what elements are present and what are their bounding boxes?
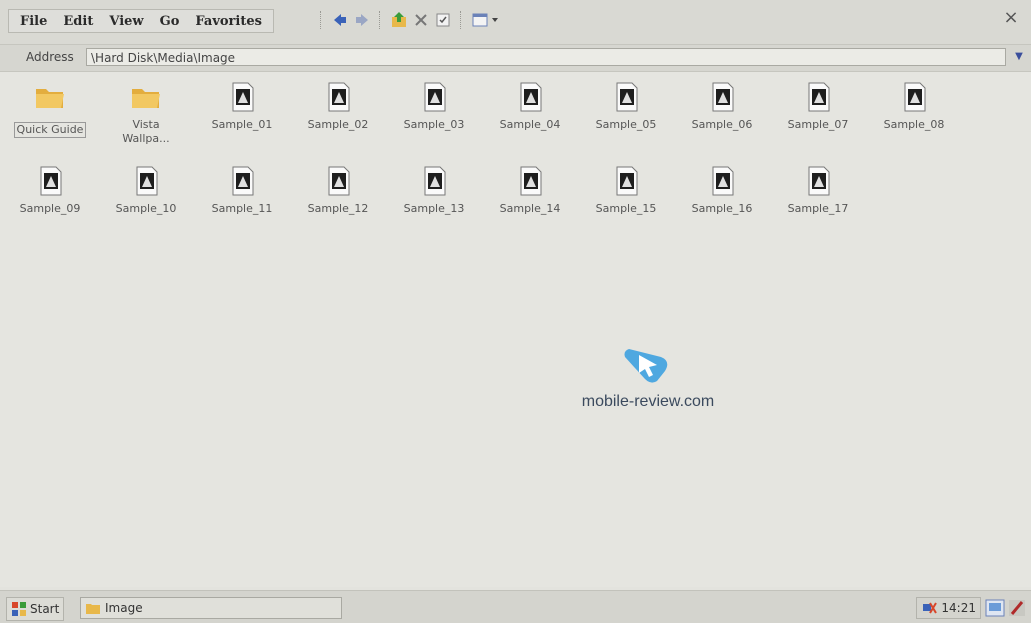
- file-label: Sample_01: [211, 118, 273, 131]
- network-icon[interactable]: [921, 600, 938, 616]
- back-arrow-icon[interactable]: [331, 11, 349, 29]
- toolbar-separator: [460, 11, 463, 29]
- image-file-icon: [424, 82, 446, 112]
- list-item[interactable]: Quick Guide: [2, 74, 98, 150]
- image-file-icon: [232, 166, 254, 196]
- file-label: Sample_07: [787, 118, 849, 131]
- file-label: Sample_15: [595, 202, 657, 215]
- list-item[interactable]: Sample_09: [2, 158, 98, 234]
- file-label: Sample_05: [595, 118, 657, 131]
- list-item[interactable]: Sample_11: [194, 158, 290, 234]
- address-input[interactable]: \Hard Disk\Media\Image: [86, 48, 1006, 66]
- file-label: Sample_03: [403, 118, 465, 131]
- address-bar: Address \Hard Disk\Media\Image ▼: [0, 45, 1031, 72]
- watermark: mobile-review.com: [568, 345, 728, 411]
- image-file-icon: [520, 82, 542, 112]
- file-label: Sample_02: [307, 118, 369, 131]
- list-item[interactable]: Sample_13: [386, 158, 482, 234]
- file-label: Sample_04: [499, 118, 561, 131]
- toolbar-separator: [379, 11, 382, 29]
- task-button-image[interactable]: Image: [80, 597, 342, 619]
- image-file-icon: [136, 166, 158, 196]
- folder-icon: [132, 89, 160, 108]
- task-label: Image: [105, 601, 143, 615]
- list-item[interactable]: Sample_17: [770, 158, 866, 234]
- file-label: Sample_09: [19, 202, 81, 215]
- pen-icon[interactable]: [1009, 598, 1025, 618]
- watermark-text: mobile-review.com: [581, 393, 715, 410]
- menu-bar: File Edit View Go Favorites: [8, 9, 274, 33]
- menu-file[interactable]: File: [13, 12, 54, 31]
- image-file-icon: [808, 82, 830, 112]
- list-item[interactable]: Sample_06: [674, 74, 770, 150]
- image-file-icon: [616, 82, 638, 112]
- screen: File Edit View Go Favorites × Address \H…: [0, 0, 1031, 623]
- toolbar-separator: [320, 11, 323, 29]
- image-file-icon: [328, 166, 350, 196]
- file-label: Sample_06: [691, 118, 753, 131]
- file-label: Sample_13: [403, 202, 465, 215]
- address-label: Address: [26, 50, 74, 64]
- list-item[interactable]: Sample_04: [482, 74, 578, 150]
- tray-clock-area[interactable]: 14:21: [916, 597, 981, 619]
- view-menu-icon[interactable]: [471, 11, 503, 29]
- up-folder-icon[interactable]: [390, 11, 408, 29]
- list-item[interactable]: Sample_08: [866, 74, 962, 150]
- menu-edit[interactable]: Edit: [56, 12, 100, 31]
- list-item[interactable]: Sample_14: [482, 158, 578, 234]
- list-item[interactable]: Sample_05: [578, 74, 674, 150]
- file-label: Sample_16: [691, 202, 753, 215]
- image-file-icon: [808, 166, 830, 196]
- image-file-icon: [424, 166, 446, 196]
- forward-arrow-icon[interactable]: [353, 11, 371, 29]
- image-file-icon: [712, 82, 734, 112]
- folder-icon: [86, 604, 100, 614]
- image-file-icon: [712, 166, 734, 196]
- file-list: Quick Guide Vista Wallpa... Sample_01 Sa…: [0, 72, 1031, 587]
- start-label: Start: [30, 602, 60, 616]
- menu-go[interactable]: Go: [153, 12, 187, 31]
- desktop-icon[interactable]: [985, 598, 1005, 618]
- list-item[interactable]: Sample_16: [674, 158, 770, 234]
- menu-favorites[interactable]: Favorites: [188, 12, 269, 31]
- list-item[interactable]: Sample_07: [770, 74, 866, 150]
- image-file-icon: [232, 82, 254, 112]
- chevron-down-icon[interactable]: ▼: [1011, 49, 1027, 65]
- list-item[interactable]: Sample_12: [290, 158, 386, 234]
- list-item[interactable]: Vista Wallpa...: [98, 74, 194, 150]
- image-file-icon: [616, 166, 638, 196]
- file-label: Quick Guide: [13, 122, 87, 138]
- file-label: Sample_17: [787, 202, 849, 215]
- folder-icon: [36, 89, 64, 108]
- list-item[interactable]: Sample_03: [386, 74, 482, 150]
- file-label: Sample_11: [211, 202, 273, 215]
- clock: 14:21: [941, 601, 976, 615]
- windows-logo-icon: [12, 602, 26, 616]
- image-file-icon: [328, 82, 350, 112]
- file-label: Sample_14: [499, 202, 561, 215]
- properties-icon[interactable]: [434, 11, 452, 29]
- delete-icon[interactable]: [412, 11, 430, 29]
- list-item[interactable]: Sample_15: [578, 158, 674, 234]
- system-tray: 14:21: [916, 596, 1025, 620]
- image-file-icon: [904, 82, 926, 112]
- toolbar: [316, 9, 503, 31]
- list-item[interactable]: Sample_01: [194, 74, 290, 150]
- watermark-logo-icon: [624, 349, 668, 383]
- close-button[interactable]: ×: [1001, 8, 1021, 28]
- menu-toolbar-bar: File Edit View Go Favorites ×: [0, 0, 1031, 45]
- list-item[interactable]: Sample_10: [98, 158, 194, 234]
- file-label: Sample_12: [307, 202, 369, 215]
- menu-view[interactable]: View: [102, 12, 150, 31]
- file-label: Sample_10: [115, 202, 177, 215]
- file-label: Sample_08: [883, 118, 945, 131]
- file-label: Vista Wallpa...: [122, 118, 170, 145]
- image-file-icon: [520, 166, 542, 196]
- image-file-icon: [40, 166, 62, 196]
- start-button[interactable]: Start: [6, 597, 65, 621]
- list-item[interactable]: Sample_02: [290, 74, 386, 150]
- taskbar: Start Image 14:21: [0, 590, 1031, 623]
